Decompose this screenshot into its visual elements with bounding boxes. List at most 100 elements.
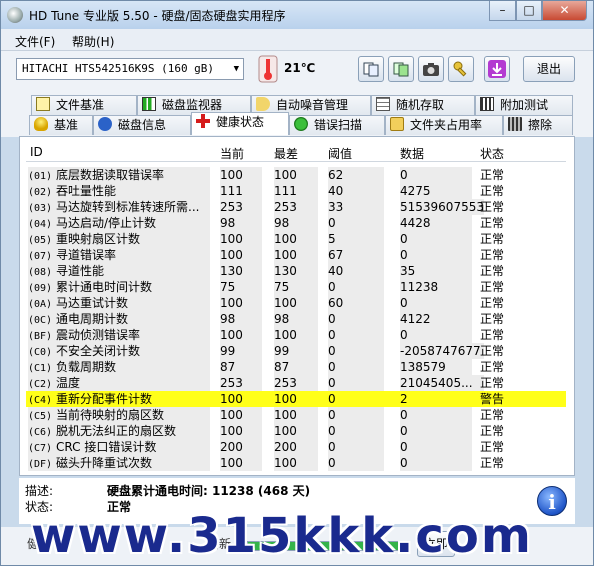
table-row[interactable]: (0A) 马达重试计数 100 100 60 0 正常	[26, 295, 566, 311]
threshold-value: 0	[328, 311, 384, 327]
table-row[interactable]: (C2) 温度 253 253 0 21045405... 正常	[26, 375, 566, 391]
raw-data-value: 21045405...	[400, 375, 484, 391]
table-row[interactable]: (05) 重映射扇区计数 100 100 5 0 正常	[26, 231, 566, 247]
current-value: 98	[220, 215, 262, 231]
raw-data-value: 51539607553	[400, 199, 484, 215]
save-button[interactable]	[484, 56, 510, 82]
current-value: 100	[220, 231, 262, 247]
status-value: 正常	[480, 376, 505, 390]
trash-icon	[508, 117, 522, 131]
tab-extra-tests[interactable]: 附加测试	[475, 95, 573, 115]
attribute-cell: (C6) 脱机无法纠正的扇区数	[28, 423, 210, 439]
threshold-value: 0	[328, 392, 336, 406]
temperature-readout: 21℃	[284, 61, 316, 75]
raw-data-value: 0	[400, 231, 472, 247]
options-button[interactable]	[448, 56, 474, 82]
raw-data-value: 11238	[400, 279, 472, 295]
tab-health[interactable]: 健康状态	[191, 112, 289, 135]
worst-value: 100	[274, 392, 297, 406]
window-title: HD Tune 专业版 5.50 - 硬盘/固态硬盘实用程序	[29, 9, 286, 23]
camera-icon	[423, 63, 439, 76]
app-window: HD Tune 专业版 5.50 - 硬盘/固态硬盘实用程序 – □ ✕ 文件(…	[0, 0, 594, 566]
worst-value: 87	[274, 359, 318, 375]
worst-value: 130	[274, 263, 318, 279]
table-row[interactable]: (C7) CRC 接口错误计数 200 200 0 0 正常	[26, 439, 566, 455]
threshold-value: 0	[328, 455, 384, 471]
col-status[interactable]: 状态	[480, 145, 504, 162]
tab-folder-usage[interactable]: 文件夹占用率	[385, 115, 503, 135]
table-row[interactable]: (01) 底层数据读取错误率 100 100 62 0 正常	[26, 167, 566, 183]
status-value: 正常	[480, 200, 505, 214]
table-row[interactable]: (09) 累计通电时间计数 75 75 0 11238 正常	[26, 279, 566, 295]
worst-value: 253	[274, 375, 318, 391]
status-value: 正常	[480, 312, 505, 326]
table-row[interactable]: (C6) 脱机无法纠正的扇区数 100 100 0 0 正常	[26, 423, 566, 439]
menu-help[interactable]: 帮助(H)	[72, 33, 114, 50]
attribute-id: (01)	[28, 171, 53, 182]
attribute-id: (07)	[28, 251, 53, 262]
col-current[interactable]: 当前	[220, 145, 244, 162]
attribute-name: 重新分配事件计数	[56, 392, 153, 406]
worst-value: 100	[274, 455, 318, 471]
col-id[interactable]: ID	[30, 145, 43, 159]
drive-select[interactable]: HITACHI HTS542516K9S (160 gB) ▼	[16, 58, 244, 80]
table-row[interactable]: (0C) 通电周期计数 98 98 0 4122 正常	[26, 311, 566, 327]
exit-button[interactable]: 退出	[523, 56, 575, 82]
attribute-name: 底层数据读取错误率	[56, 168, 165, 182]
tab-file-benchmark[interactable]: 文件基准	[31, 95, 137, 115]
col-threshold[interactable]: 阈值	[328, 145, 352, 162]
minimize-button[interactable]: –	[489, 1, 516, 21]
col-data[interactable]: 数据	[400, 145, 424, 162]
status-value: 正常	[480, 424, 505, 438]
threshold-value: 40	[328, 263, 384, 279]
threshold-value: 0	[328, 279, 384, 295]
attribute-id: (BF)	[28, 331, 53, 342]
close-button[interactable]: ✕	[542, 1, 587, 21]
current-value: 130	[220, 263, 262, 279]
raw-data-value: 4122	[400, 311, 472, 327]
tab-random-access[interactable]: 随机存取	[371, 95, 475, 115]
table-row[interactable]: (C4) 重新分配事件计数 100 100 0 2 警告	[26, 391, 566, 407]
attribute-id: (09)	[28, 283, 53, 294]
tab-benchmark[interactable]: 基准	[29, 115, 93, 135]
status-value: 正常	[480, 296, 505, 310]
table-row[interactable]: (08) 寻道性能 130 130 40 35 正常	[26, 263, 566, 279]
worst-value: 100	[274, 167, 318, 183]
attribute-id: (C5)	[28, 411, 53, 422]
table-row[interactable]: (C0) 不安全关闭计数 99 99 0 -2058747677 正常	[26, 343, 566, 359]
tab-bar: 文件基准 磁盘监视器 自动噪音管理 随机存取 附加测试 基准 磁盘信息 健康状态…	[1, 91, 593, 137]
info-button[interactable]: i	[537, 486, 567, 516]
table-row[interactable]: (03) 马达旋转到标准转速所需... 253 253 33 51539607553 正常	[26, 199, 566, 215]
bulb-icon	[34, 117, 48, 131]
table-row[interactable]: (04) 马达启动/停止计数 98 98 0 4428 正常	[26, 215, 566, 231]
screenshot-button[interactable]	[418, 56, 444, 82]
threshold-value: 0	[328, 359, 384, 375]
menu-file[interactable]: 文件(F)	[15, 33, 55, 50]
status-value: 正常	[480, 280, 505, 294]
attribute-cell: (C2) 温度	[28, 375, 210, 391]
raw-data-value: -2058747677	[400, 343, 484, 359]
speaker-icon	[256, 97, 270, 111]
table-row[interactable]: (07) 寻道错误率 100 100 67 0 正常	[26, 247, 566, 263]
table-row[interactable]: (C1) 负载周期数 87 87 0 138579 正常	[26, 359, 566, 375]
attribute-cell: (C7) CRC 接口错误计数	[28, 439, 210, 455]
tab-disk-info[interactable]: 磁盘信息	[93, 115, 191, 135]
table-row[interactable]: (BF) 震动侦测错误率 100 100 0 0 正常	[26, 327, 566, 343]
status-value: 正常	[480, 328, 505, 342]
current-value: 253	[220, 199, 262, 215]
table-row[interactable]: (02) 吞吐量性能 111 111 40 4275 正常	[26, 183, 566, 199]
attribute-name: 脱机无法纠正的扇区数	[56, 424, 177, 438]
table-row[interactable]: (DF) 磁头升降重试次数 100 100 0 0 正常	[26, 455, 566, 471]
maximize-button[interactable]: □	[516, 1, 542, 21]
copy-screen-button[interactable]	[388, 56, 414, 82]
tab-error-scan[interactable]: 错误扫描	[289, 115, 385, 135]
threshold-value: 67	[328, 247, 384, 263]
table-row[interactable]: (C5) 当前待映射的扇区数 100 100 0 0 正常	[26, 407, 566, 423]
worst-value: 99	[274, 343, 318, 359]
current-value: 100	[220, 167, 262, 183]
tab-erase[interactable]: 擦除	[503, 115, 573, 135]
benchmark-file-icon	[36, 97, 50, 111]
current-value: 75	[220, 279, 262, 295]
copy-text-button[interactable]	[358, 56, 384, 82]
col-worst[interactable]: 最差	[274, 145, 298, 162]
